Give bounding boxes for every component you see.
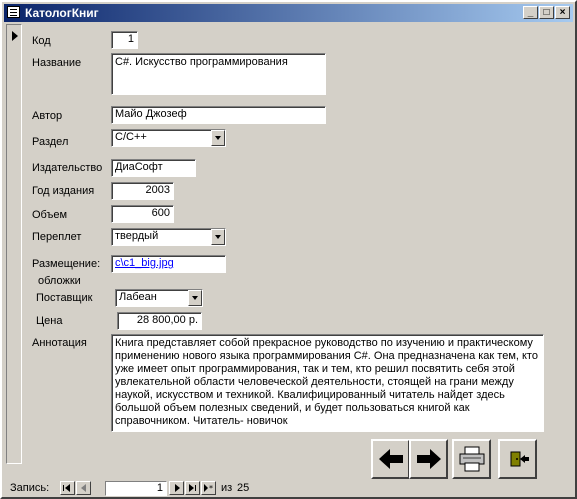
previous-record-nav-button[interactable] (76, 481, 91, 495)
section-dropdown-icon[interactable] (211, 130, 225, 146)
publisher-field[interactable]: ДиаСофт (111, 159, 196, 177)
printer-icon (459, 446, 485, 472)
record-navigation-bar: Запись: 1 * из 25 (4, 479, 573, 497)
previous-record-icon (81, 484, 86, 492)
label-location: Размещение: (32, 258, 101, 270)
first-record-icon (63, 484, 70, 492)
current-record-field[interactable]: 1 (105, 481, 167, 496)
current-record-arrow-icon (12, 31, 18, 41)
first-record-button[interactable] (60, 481, 75, 495)
label-price: Цена (36, 315, 63, 327)
supplier-combo[interactable]: Лабеан (115, 289, 203, 307)
label-volume: Объем (32, 209, 68, 221)
total-records: 25 (237, 482, 250, 494)
binding-value: твердый (115, 230, 159, 242)
label-supplier: Поставщик (36, 292, 93, 304)
label-author: Автор (32, 110, 63, 122)
next-record-icon (175, 484, 180, 492)
arrow-right-icon (417, 449, 441, 469)
annotation-field[interactable]: Книга представляет собой прекрасное руко… (111, 334, 544, 432)
print-button[interactable] (452, 439, 491, 479)
last-record-button[interactable] (185, 481, 200, 495)
window-title: КатологКниг (25, 6, 99, 20)
label-publisher: Издательство (32, 162, 103, 174)
label-code: Код (32, 35, 51, 47)
title-field[interactable]: C#. Искусство программирования (111, 53, 326, 95)
location-link[interactable]: c\c1_big.jpg (115, 257, 174, 269)
form-window: КатологКниг _ □ × Код Название Автор Раз… (0, 0, 577, 499)
close-button[interactable]: × (555, 6, 570, 19)
location-field[interactable]: c\c1_big.jpg (111, 255, 226, 273)
year-field[interactable]: 2003 (111, 182, 174, 200)
next-record-nav-button[interactable] (169, 481, 184, 495)
binding-combo[interactable]: твердый (111, 228, 226, 246)
last-record-icon (189, 484, 196, 492)
of-label: из (221, 482, 233, 494)
title-bar: КатологКниг _ □ × (4, 4, 573, 22)
exit-button[interactable] (498, 439, 537, 479)
supplier-value: Лабеан (119, 291, 157, 303)
supplier-dropdown-icon[interactable] (188, 290, 202, 306)
label-title: Название (32, 57, 82, 69)
svg-text:*: * (209, 484, 213, 493)
new-record-icon: * (204, 484, 213, 493)
label-year: Год издания (32, 185, 95, 197)
price-field[interactable]: 28 800,00 р. (117, 312, 202, 330)
maximize-button[interactable]: □ (539, 6, 554, 19)
exit-door-icon (510, 451, 529, 467)
record-label: Запись: (10, 482, 50, 494)
section-combo[interactable]: C/C++ (111, 129, 226, 147)
label-section: Раздел (32, 136, 69, 148)
previous-record-button[interactable] (371, 439, 410, 479)
binding-dropdown-icon[interactable] (211, 229, 225, 245)
author-field[interactable]: Майо Джозеф (111, 106, 326, 124)
label-annotation: Аннотация (32, 337, 87, 349)
new-record-button[interactable]: * (201, 481, 216, 495)
minimize-button[interactable]: _ (523, 6, 538, 19)
form-icon (7, 6, 20, 18)
code-field[interactable]: 1 (111, 31, 138, 49)
volume-field[interactable]: 600 (111, 205, 174, 223)
next-record-button[interactable] (409, 439, 448, 479)
record-selector[interactable] (6, 24, 22, 464)
label-binding: Переплет (32, 231, 82, 243)
section-value: C/C++ (115, 131, 147, 143)
arrow-left-icon (379, 449, 403, 469)
label-cover: обложки (38, 275, 81, 287)
